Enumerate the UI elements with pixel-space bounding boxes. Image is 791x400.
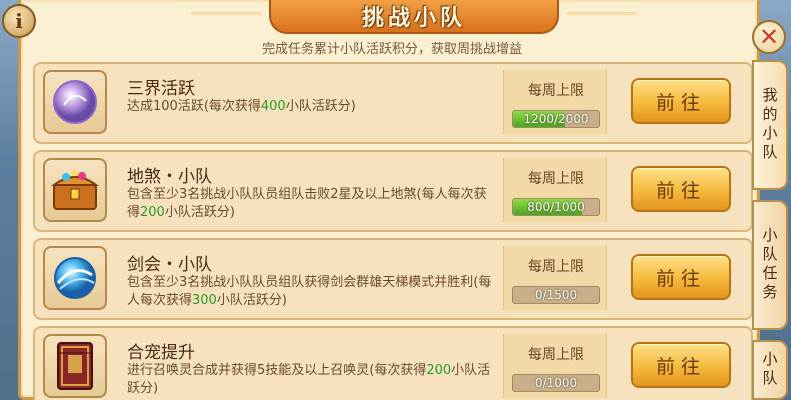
- task-description: 达成100活跃(每次获得400小队活跃分): [127, 98, 497, 116]
- progress-text: 0/1000: [534, 376, 578, 390]
- side-tabs: 我的小队小队任务小队: [752, 60, 790, 400]
- crystal-orb-icon: [43, 70, 107, 134]
- go-button[interactable]: 前往: [631, 166, 731, 212]
- weekly-limit-label: 每周上限: [528, 171, 584, 187]
- task-title: 合宠提升: [127, 343, 195, 363]
- side-tab[interactable]: 小队: [752, 340, 788, 400]
- progress-bar: 0/1000: [512, 374, 600, 392]
- blue-orb-icon: [43, 246, 107, 310]
- points-value: 300: [192, 293, 217, 308]
- treasure-chest-icon: [43, 158, 107, 222]
- title-ribbon: 挑战小队: [191, 0, 637, 34]
- task-title: 地煞・小队: [127, 167, 212, 187]
- task-list[interactable]: 三界活跃 达成100活跃(每次获得400小队活跃分) 每周上限 1200/2000 前往…: [33, 62, 753, 400]
- info-button[interactable]: i: [2, 4, 36, 38]
- red-book-icon: [43, 334, 107, 398]
- points-value: 400: [260, 99, 286, 114]
- weekly-limit-label: 每周上限: [528, 83, 584, 99]
- task-description: 包含至少3名挑战小队队员组队击败2星及以上地煞(每人每次获得200小队活跃分): [127, 186, 497, 222]
- weekly-limit-panel: 每周上限 1200/2000: [503, 70, 607, 134]
- task-row: 三界活跃 达成100活跃(每次获得400小队活跃分) 每周上限 1200/2000 前往: [33, 62, 753, 144]
- points-value: 200: [140, 205, 165, 220]
- weekly-limit-panel: 每周上限 800/1000: [503, 158, 607, 222]
- info-icon: i: [15, 9, 23, 33]
- challenge-team-panel: 挑战小队 完成任务累计小队活跃积分，获取周挑战增益 三界活跃 达成100活跃(每次…: [18, 0, 760, 400]
- task-row: 合宠提升 进行召唤灵合成并获得5技能及以上召唤灵(每次获得200小队活跃分) 每周上…: [33, 326, 753, 400]
- task-title: 剑会・小队: [127, 255, 212, 275]
- task-row: 剑会・小队 包含至少3名挑战小队队员组队获得剑会群雄天梯模式并胜利(每人每次获得3…: [33, 238, 753, 320]
- description-text: 包含至少3名挑战小队队员组队获得剑会群雄天梯模式并胜利(每人每次获得: [127, 275, 492, 308]
- weekly-limit-label: 每周上限: [528, 347, 584, 363]
- description-text: 达成100活跃(每次获得: [127, 99, 261, 114]
- subtitle: 完成任务累计小队活跃积分，获取周挑战增益: [261, 42, 522, 57]
- go-button[interactable]: 前往: [631, 342, 731, 388]
- progress-bar: 800/1000: [512, 198, 600, 216]
- description-text: 小队活跃分): [216, 293, 287, 308]
- side-tab[interactable]: 小队任务: [752, 200, 788, 330]
- close-icon: ✕: [758, 23, 780, 51]
- points-value: 200: [426, 363, 452, 378]
- progress-text: 1200/2000: [523, 112, 589, 126]
- task-description: 包含至少3名挑战小队队员组队获得剑会群雄天梯模式并胜利(每人每次获得300小队活…: [127, 274, 497, 310]
- weekly-limit-label: 每周上限: [528, 259, 584, 275]
- go-button[interactable]: 前往: [631, 254, 731, 300]
- progress-text: 0/1500: [534, 288, 578, 302]
- close-button[interactable]: ✕: [752, 20, 786, 54]
- go-button[interactable]: 前往: [631, 78, 731, 124]
- progress-bar: 1200/2000: [512, 110, 600, 128]
- page-title: 挑战小队: [361, 6, 466, 31]
- task-title: 三界活跃: [127, 79, 195, 99]
- progress-text: 800/1000: [527, 200, 585, 214]
- weekly-limit-panel: 每周上限 0/1500: [503, 246, 607, 310]
- weekly-limit-panel: 每周上限 0/1000: [503, 334, 607, 398]
- description-text: 小队活跃分): [164, 205, 235, 220]
- description-text: 小队活跃分): [285, 99, 356, 114]
- task-row: 地煞・小队 包含至少3名挑战小队队员组队击败2星及以上地煞(每人每次获得200小队…: [33, 150, 753, 232]
- progress-bar: 0/1500: [512, 286, 600, 304]
- description-text: 进行召唤灵合成并获得5技能及以上召唤灵(每次获得: [127, 363, 427, 378]
- task-description: 进行召唤灵合成并获得5技能及以上召唤灵(每次获得200小队活跃分): [127, 362, 497, 398]
- side-tab[interactable]: 我的小队: [752, 60, 788, 190]
